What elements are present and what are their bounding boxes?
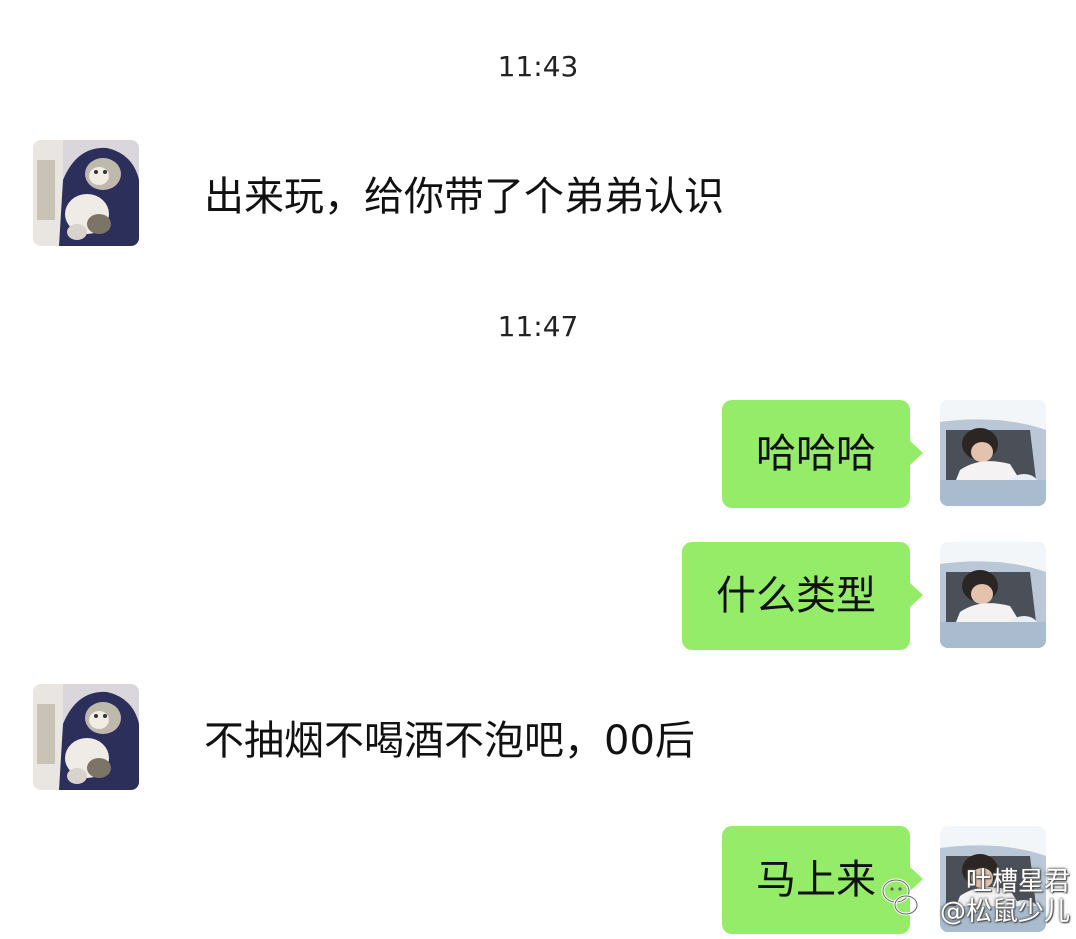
wechat-logo-icon (881, 878, 919, 916)
outgoing-message-bubble[interactable]: 什么类型 (682, 542, 923, 650)
incoming-message-text: 不抽烟不喝酒不泡吧，00后 (204, 718, 695, 764)
watermark-account-name: 吐槽星君 (965, 867, 1070, 897)
outgoing-message-bubble[interactable]: 哈哈哈 (722, 400, 923, 508)
cat-avatar-icon (33, 684, 139, 790)
contact-avatar[interactable] (33, 140, 139, 246)
cat-avatar-icon (33, 140, 139, 246)
timestamp: 11:43 (497, 50, 579, 83)
user-avatar[interactable] (940, 542, 1046, 648)
timestamp: 11:47 (497, 310, 579, 343)
contact-avatar[interactable] (33, 684, 139, 790)
user-avatar[interactable] (940, 400, 1046, 506)
car-window-avatar-icon (940, 400, 1046, 506)
watermark: 吐槽星君 @松鼠少儿 (880, 867, 1070, 931)
incoming-message-text: 出来玩，给你带了个弟弟认识 (204, 174, 724, 220)
car-window-avatar-icon (940, 542, 1046, 648)
watermark-handle: @松鼠少儿 (939, 897, 1070, 927)
